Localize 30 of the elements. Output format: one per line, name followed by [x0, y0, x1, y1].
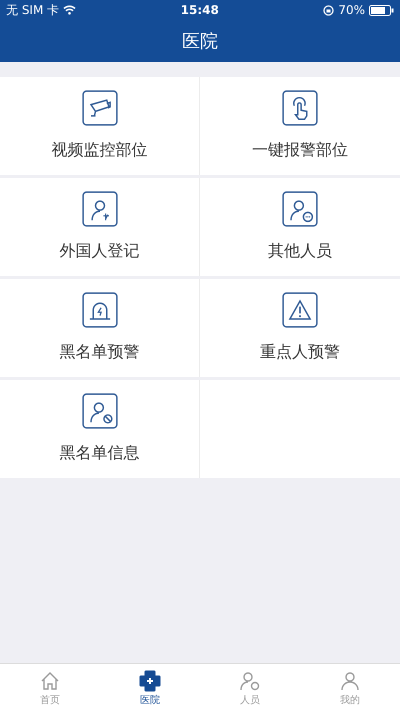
camera-icon	[82, 90, 118, 126]
warning-icon	[282, 292, 318, 328]
person-more-icon	[282, 191, 318, 227]
menu-tile[interactable]: 黑名单预警	[0, 279, 200, 377]
battery-icon	[368, 4, 394, 16]
carrier-text: 无 SIM 卡	[6, 2, 60, 19]
clock-text: 15:48	[180, 2, 219, 19]
menu-tile[interactable]: 一键报警部位	[200, 77, 400, 175]
wifi-icon	[63, 5, 76, 15]
hand-pointer-icon	[282, 90, 318, 126]
tab-bar-item[interactable]: 医院	[100, 664, 200, 711]
cross-icon	[138, 668, 162, 692]
menu-tile[interactable]: 重点人预警	[200, 279, 400, 377]
tile-label: 其他人员	[268, 240, 332, 262]
battery-text: 70%	[338, 2, 365, 19]
tile-label: 黑名单预警	[60, 341, 140, 363]
tile-label: 黑名单信息	[60, 442, 140, 464]
page-title: 医院	[182, 30, 218, 54]
menu-tile[interactable]: 其他人员	[200, 178, 400, 276]
person-icon	[82, 191, 118, 227]
siren-icon	[82, 292, 118, 328]
menu-tile[interactable]: 视频监控部位	[0, 77, 200, 175]
tile-label: 外国人登记	[60, 240, 140, 262]
tile-label: 视频监控部位	[52, 139, 148, 161]
rotation-lock-icon	[323, 4, 334, 16]
menu-tile[interactable]: 黑名单信息	[0, 380, 200, 478]
tile-label: 重点人预警	[260, 341, 340, 363]
tile-label: 一键报警部位	[252, 139, 348, 161]
menu-tile[interactable]: 外国人登记	[0, 178, 200, 276]
person-blocked-icon	[82, 393, 118, 429]
